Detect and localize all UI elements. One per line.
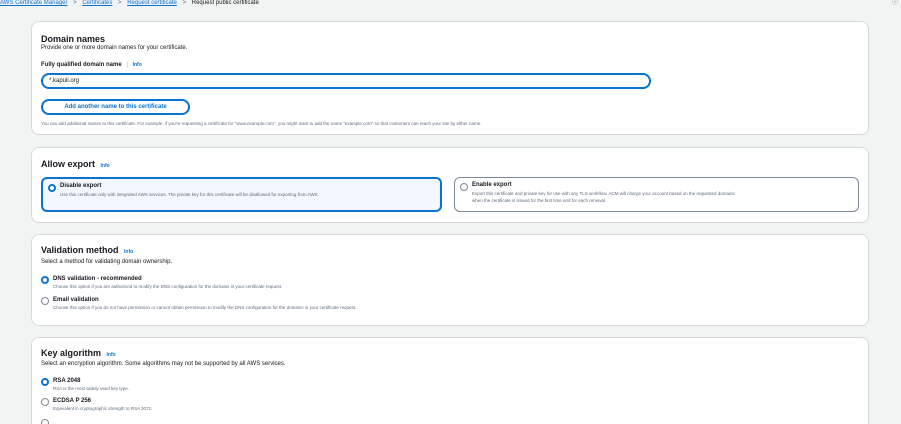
radio-unselected-icon[interactable] bbox=[460, 183, 468, 191]
breadcrumb: AWS Certificate Manager > Certificates >… bbox=[0, 0, 901, 8]
enable-export-description-line1: Export this certificate and private key … bbox=[472, 191, 735, 196]
key-algorithm-description: Select an encryption algorithm. Some alg… bbox=[41, 361, 286, 367]
breadcrumb-link-request-certificate[interactable]: Request certificate bbox=[127, 0, 177, 6]
rsa-2048-option[interactable]: RSA 2048 RSA is the most widely used key… bbox=[41, 377, 741, 393]
breadcrumb-current: Request public certificate bbox=[191, 0, 259, 6]
dns-validation-description: Choose this option if you are authorized… bbox=[53, 284, 283, 289]
fqdn-info-link[interactable]: Info bbox=[133, 62, 142, 68]
enable-export-tile[interactable]: Enable export Export this certificate an… bbox=[454, 177, 859, 212]
breadcrumb-link-certificates[interactable]: Certificates bbox=[82, 0, 112, 6]
enable-export-description: Export this certificate and private key … bbox=[472, 190, 735, 204]
domain-names-title: Domain names bbox=[41, 34, 106, 44]
radio-unselected-icon[interactable] bbox=[41, 398, 49, 406]
info-circle-icon[interactable]: ⓘ bbox=[892, 0, 898, 6]
add-names-hint: You can add additional names to this cer… bbox=[41, 121, 482, 126]
breadcrumb-separator: > bbox=[182, 0, 187, 6]
email-validation-description: Choose this option if you do not have pe… bbox=[53, 305, 357, 310]
validation-method-title-text: Validation method bbox=[41, 245, 119, 255]
disable-export-tile[interactable]: Disable export Use this certificate only… bbox=[41, 177, 442, 212]
radio-unselected-icon[interactable] bbox=[41, 419, 49, 424]
ecdsa-p256-label: ECDSA P 256 bbox=[53, 398, 92, 404]
radio-selected-icon[interactable] bbox=[41, 276, 49, 284]
breadcrumb-separator: > bbox=[118, 0, 122, 6]
enable-export-label: Enable export bbox=[472, 182, 512, 188]
disable-export-description: Use this certificate only with integrate… bbox=[60, 192, 319, 197]
ecdsa-p256-option[interactable]: ECDSA P 256 Equivalent in cryptographic … bbox=[41, 397, 741, 413]
radio-selected-icon[interactable] bbox=[48, 184, 56, 192]
fqdn-label: Fully qualified domain name | Info bbox=[41, 62, 142, 68]
allow-export-info-link[interactable]: Info bbox=[101, 163, 110, 169]
breadcrumb-link-acm[interactable]: AWS Certificate Manager bbox=[0, 0, 67, 6]
email-validation-label: Email validation bbox=[53, 297, 99, 303]
validation-method-info-link[interactable]: Info bbox=[124, 249, 133, 255]
rsa-2048-description: RSA is the most widely used key type. bbox=[53, 386, 130, 391]
radio-selected-icon[interactable] bbox=[41, 378, 49, 386]
dns-validation-label: DNS validation - recommended bbox=[53, 276, 142, 282]
key-algorithm-title-text: Key algorithm bbox=[41, 348, 102, 358]
next-algorithm-option-partial[interactable] bbox=[41, 418, 741, 424]
validation-method-title: Validation method Info bbox=[41, 245, 133, 255]
enable-export-description-line2: when the certificate is issued for the f… bbox=[472, 198, 607, 203]
validation-method-panel: Validation method Info Select a method f… bbox=[31, 234, 869, 326]
fqdn-input[interactable]: *.kapuli.org bbox=[41, 73, 651, 89]
validation-method-description: Select a method for validating domain ow… bbox=[41, 259, 173, 265]
key-algorithm-title: Key algorithm Info bbox=[41, 348, 116, 358]
allow-export-panel: Allow export Info Disable export Use thi… bbox=[31, 147, 869, 223]
radio-unselected-icon[interactable] bbox=[41, 297, 49, 305]
rsa-2048-label: RSA 2048 bbox=[53, 378, 81, 384]
dns-validation-option[interactable]: DNS validation - recommended Choose this… bbox=[41, 275, 741, 291]
allow-export-title-text: Allow export bbox=[41, 159, 96, 169]
breadcrumb-separator: > bbox=[73, 0, 77, 6]
disable-export-label: Disable export bbox=[60, 183, 102, 189]
add-another-name-button[interactable]: Add another name to this certificate bbox=[41, 99, 190, 115]
fqdn-label-text: Fully qualified domain name bbox=[41, 62, 122, 68]
email-validation-option[interactable]: Email validation Choose this option if y… bbox=[41, 296, 741, 312]
key-algorithm-panel: Key algorithm Info Select an encryption … bbox=[31, 337, 869, 424]
ecdsa-p256-description: Equivalent in cryptographic strength to … bbox=[53, 406, 153, 411]
key-algorithm-info-link[interactable]: Info bbox=[107, 352, 116, 358]
domain-names-description: Provide one or more domain names for you… bbox=[41, 45, 188, 51]
label-divider: | bbox=[126, 62, 128, 68]
allow-export-title: Allow export Info bbox=[41, 159, 110, 169]
domain-names-panel: Domain names Provide one or more domain … bbox=[31, 21, 869, 135]
